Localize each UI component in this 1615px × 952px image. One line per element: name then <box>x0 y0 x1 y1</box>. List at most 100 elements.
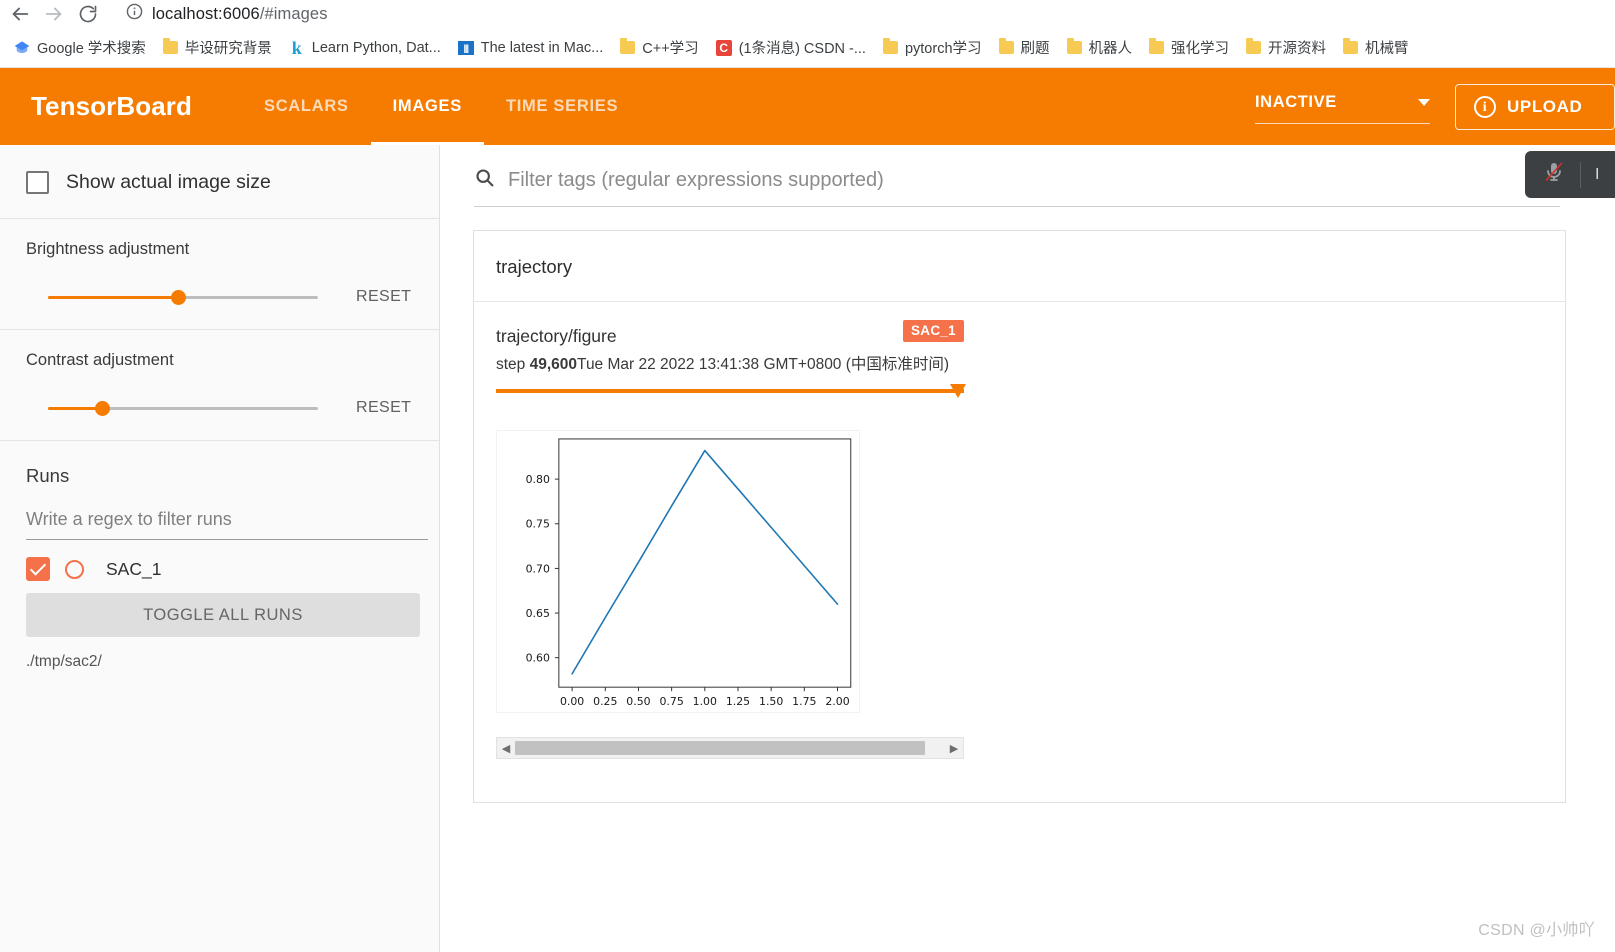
reload-mode-label: INACTIVE <box>1255 93 1337 111</box>
microphone-muted-icon[interactable] <box>1542 160 1566 189</box>
logdir-path: ./tmp/sac2/ <box>26 653 102 670</box>
contrast-slider[interactable] <box>48 398 318 418</box>
runs-section: Runs Write a regex to filter runs SAC_1 … <box>0 441 439 693</box>
header-right-controls: INACTIVE i UPLOAD <box>1255 68 1615 145</box>
microphone-overlay[interactable]: I <box>1525 151 1615 198</box>
bookmark-label: (1条消息) CSDN -... <box>738 41 866 57</box>
bookmark-folder-6[interactable]: 强化学习 <box>1141 33 1237 62</box>
scrollbar-thumb[interactable] <box>515 741 925 755</box>
slider-thumb[interactable] <box>95 401 110 416</box>
show-actual-image-size-checkbox[interactable] <box>26 171 49 194</box>
browser-chrome: localhost:6006/#images Google 学术搜索 毕设研究背… <box>0 0 1615 68</box>
slider-fill <box>48 296 178 299</box>
csdn-watermark: CSDN @小帅吖 <box>1478 922 1595 939</box>
bookmark-label: pytorch学习 <box>904 41 982 57</box>
folder-icon <box>998 38 1014 54</box>
bookmark-folder-4[interactable]: 刷题 <box>991 33 1058 62</box>
csdn-icon: C <box>715 39 732 56</box>
image-card-step-line: step 49,600Tue Mar 22 2022 13:41:38 GMT+… <box>496 352 964 374</box>
x-tick-label: 0.00 <box>560 695 584 708</box>
image-card-header: trajectory/figure step 49,600Tue Mar 22 … <box>496 320 964 374</box>
slider-thumb[interactable] <box>170 290 186 305</box>
show-actual-image-size-row[interactable]: Show actual image size <box>0 145 439 219</box>
bookmark-label: The latest in Mac... <box>480 39 604 56</box>
figure-area: 0.00 0.25 0.50 0.75 1.00 1.25 1.50 1.75 2.00 0.60… <box>496 430 966 713</box>
overlay-divider <box>1580 161 1581 188</box>
reload-icon[interactable] <box>72 1 104 27</box>
bookmark-label: 机器人 <box>1088 41 1133 57</box>
bookmark-google-scholar[interactable]: Google 学术搜索 <box>6 33 154 62</box>
folder-icon <box>1246 38 1262 54</box>
bookmark-macrumors[interactable]: ||| The latest in Mac... <box>450 36 612 60</box>
x-tick-label: 0.50 <box>626 695 650 708</box>
y-tick-label: 0.65 <box>526 607 550 620</box>
filter-tags-input[interactable]: Filter tags (regular expressions support… <box>508 169 884 192</box>
tab-time-series[interactable]: TIME SERIES <box>484 68 640 145</box>
x-tick-label: 1.00 <box>693 695 717 708</box>
macrumors-icon: ||| <box>457 40 474 55</box>
tag-group-title: trajectory <box>474 231 1565 302</box>
address-bar[interactable]: localhost:6006/#images <box>114 1 1607 27</box>
bookmark-label: 开源资料 <box>1268 41 1327 57</box>
run-color-circle-icon <box>65 559 84 579</box>
tag-panel: trajectory trajectory/figure step 49,600… <box>473 230 1566 803</box>
main-content: Filter tags (regular expressions support… <box>440 145 1615 952</box>
image-card: trajectory/figure step 49,600Tue Mar 22 … <box>474 302 966 759</box>
image-card-title: trajectory/figure <box>496 326 617 346</box>
contrast-section: Contrast adjustment RESET <box>0 330 439 441</box>
upload-button-label: UPLOAD <box>1507 96 1583 116</box>
run-checkbox[interactable] <box>26 557 50 581</box>
tab-scalars[interactable]: SCALARS <box>242 68 371 145</box>
search-icon <box>474 167 495 193</box>
step-slider[interactable] <box>496 384 966 398</box>
bookmark-folder-1[interactable]: 毕设研究背景 <box>155 33 280 62</box>
bookmark-folder-2[interactable]: C++学习 <box>612 33 706 62</box>
url-path: /#images <box>259 4 328 23</box>
toggle-all-runs-button[interactable]: TOGGLE ALL RUNS <box>26 593 420 637</box>
run-badge: SAC_1 <box>902 320 964 342</box>
bookmark-folder-3[interactable]: pytorch学习 <box>875 33 990 62</box>
bookmark-label: 毕设研究背景 <box>184 41 272 57</box>
chevron-right-icon[interactable]: ▶ <box>945 742 963 755</box>
contrast-label: Contrast adjustment <box>26 351 174 369</box>
bookmark-label: Google 学术搜索 <box>37 41 146 57</box>
reload-mode-select[interactable]: INACTIVE <box>1255 90 1430 124</box>
y-tick-label: 0.80 <box>526 473 550 486</box>
site-info-icon[interactable] <box>126 3 143 25</box>
folder-icon <box>162 38 178 54</box>
address-bar-url: localhost:6006/#images <box>152 5 328 24</box>
step-slider-knob[interactable] <box>950 384 966 398</box>
bookmark-folder-7[interactable]: 开源资料 <box>1238 33 1334 62</box>
forward-arrow-icon[interactable] <box>38 1 70 27</box>
runs-filter-input[interactable]: Write a regex to filter runs <box>26 509 428 540</box>
brightness-slider-row: RESET <box>26 287 413 307</box>
omnibar-row: localhost:6006/#images <box>0 0 1615 28</box>
brightness-label: Brightness adjustment <box>26 240 190 258</box>
back-arrow-icon[interactable] <box>4 1 36 27</box>
show-actual-image-size-label: Show actual image size <box>66 171 271 193</box>
horizontal-scrollbar[interactable]: ◀ ▶ <box>496 737 964 759</box>
chevron-down-icon <box>1418 99 1430 106</box>
step-timestamp: Tue Mar 22 2022 13:41:38 GMT+0800 (中国标准时… <box>577 356 950 373</box>
bookmark-kaggle[interactable]: k Learn Python, Dat... <box>281 36 449 60</box>
x-tick-label: 1.25 <box>726 695 750 708</box>
bookmark-label: 强化学习 <box>1171 41 1230 57</box>
upload-button[interactable]: i UPLOAD <box>1455 83 1615 130</box>
y-tick-label: 0.60 <box>526 652 550 665</box>
brightness-slider[interactable] <box>48 287 318 307</box>
info-circle-icon: i <box>1474 95 1496 118</box>
filter-tags-row[interactable]: Filter tags (regular expressions support… <box>474 167 1560 207</box>
x-tick-label: 2.00 <box>825 695 849 708</box>
tab-images[interactable]: IMAGES <box>370 68 485 145</box>
bookmark-folder-8[interactable]: 机械臂 <box>1335 33 1417 62</box>
contrast-reset-button[interactable]: RESET <box>356 399 411 417</box>
chevron-left-icon[interactable]: ◀ <box>497 742 515 755</box>
bookmark-label: 刷题 <box>1020 41 1050 57</box>
brightness-reset-button[interactable]: RESET <box>356 288 411 306</box>
run-item-sac-1[interactable]: SAC_1 <box>26 557 413 581</box>
run-label: SAC_1 <box>106 558 162 579</box>
tensorboard-logo: TensorBoard <box>31 91 192 121</box>
bookmark-csdn[interactable]: C (1条消息) CSDN -... <box>708 33 874 62</box>
bookmark-label: Learn Python, Dat... <box>311 39 441 56</box>
bookmark-folder-5[interactable]: 机器人 <box>1059 33 1141 62</box>
